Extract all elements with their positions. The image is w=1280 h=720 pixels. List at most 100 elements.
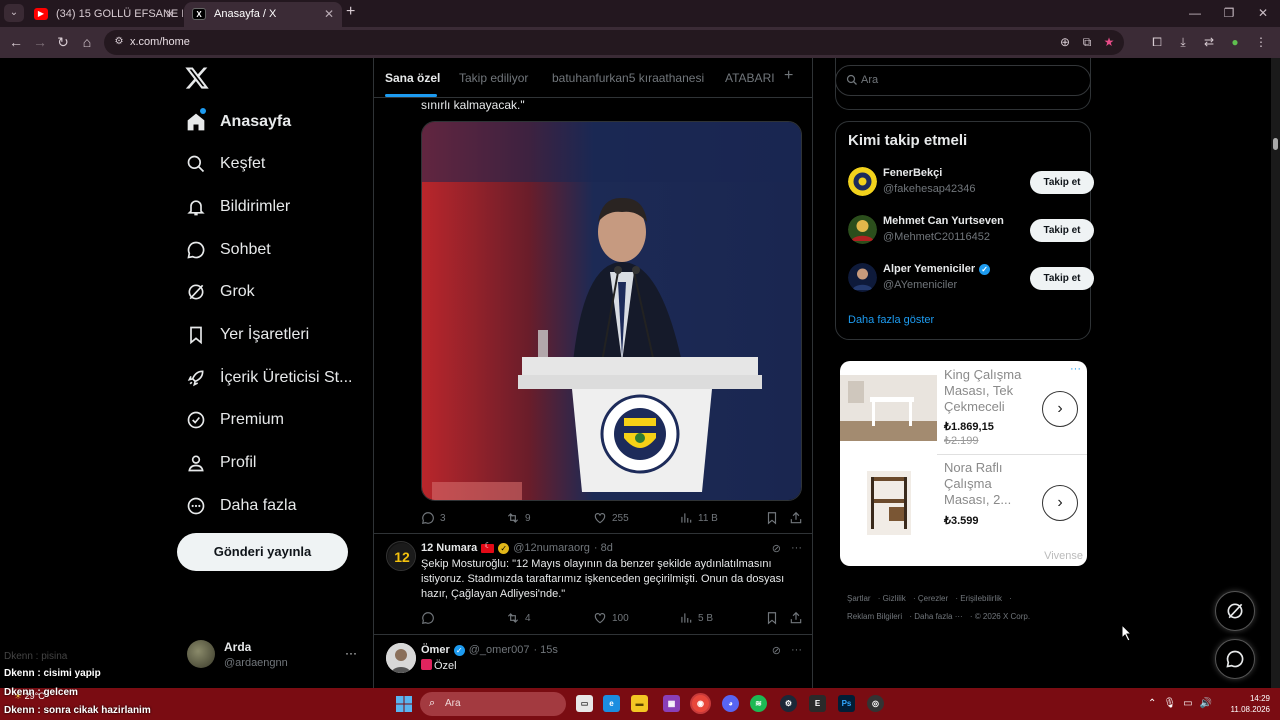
- share-button[interactable]: [789, 511, 803, 525]
- grok-icon[interactable]: ⊘: [772, 644, 781, 657]
- footer-link[interactable]: Gizlilik: [883, 594, 906, 603]
- cast-icon[interactable]: ⧉: [1076, 30, 1098, 55]
- footer-link[interactable]: Daha fazla ···: [914, 612, 962, 621]
- grok-fab[interactable]: [1215, 591, 1255, 631]
- taskbar-clock[interactable]: 14:29 11.08.2026: [1224, 693, 1270, 715]
- close-icon[interactable]: ✕: [1246, 0, 1280, 27]
- author-name[interactable]: 12 Numara: [421, 542, 477, 554]
- chevron-right-icon[interactable]: ›: [1042, 391, 1078, 427]
- nav-item-more[interactable]: Daha fazla: [184, 486, 374, 526]
- nav-item-grok[interactable]: Grok: [184, 272, 374, 312]
- ad-item[interactable]: King Çalışma Masası, Tek Çekmeceli ₺1.86…: [840, 361, 1087, 454]
- author-name[interactable]: Ömer: [421, 644, 450, 656]
- reply-button[interactable]: [421, 611, 440, 625]
- forward-icon[interactable]: →: [30, 32, 50, 52]
- like-button[interactable]: 100: [593, 611, 629, 625]
- follow-button[interactable]: Takip et: [1030, 219, 1094, 242]
- avatar[interactable]: [386, 643, 416, 673]
- tab-search-button[interactable]: ⌄: [4, 4, 24, 22]
- more-icon[interactable]: ···: [791, 644, 802, 657]
- chevron-up-icon[interactable]: ⌃: [1148, 698, 1156, 709]
- grok-icon[interactable]: ⊘: [772, 542, 781, 555]
- footer-link[interactable]: Çerezler: [918, 594, 948, 603]
- profile-icon[interactable]: ●: [1222, 32, 1248, 52]
- like-button[interactable]: 255: [593, 511, 629, 525]
- footer-link[interactable]: Erişilebilirlik: [960, 594, 1002, 603]
- chevron-right-icon[interactable]: ›: [1042, 485, 1078, 521]
- tweet-time[interactable]: · 8d: [594, 542, 613, 554]
- photoshop-icon[interactable]: Ps: [838, 695, 855, 712]
- follow-button[interactable]: Takip et: [1030, 171, 1094, 194]
- page-scrollbar[interactable]: [1271, 58, 1280, 688]
- edge-icon[interactable]: e: [603, 695, 620, 712]
- taskbar-search[interactable]: ⌕ Ara: [420, 692, 566, 716]
- author-handle[interactable]: @12numaraorg: [513, 542, 590, 554]
- repost-button[interactable]: 4: [506, 611, 531, 625]
- footer-link[interactable]: Şartlar: [847, 594, 871, 603]
- avatar[interactable]: 12: [386, 541, 416, 571]
- reply-button[interactable]: 3: [421, 511, 446, 525]
- author-handle[interactable]: @_omer007: [469, 644, 530, 656]
- tab-for-you[interactable]: Sana özel: [385, 71, 440, 85]
- tweet-time[interactable]: · 15s: [533, 644, 557, 656]
- download-icon[interactable]: ⤓: [1170, 32, 1196, 52]
- x-logo-icon[interactable]: [184, 64, 210, 92]
- translate-icon[interactable]: ⇄: [1196, 32, 1222, 52]
- footer-link[interactable]: Reklam Bilgileri: [847, 612, 902, 621]
- store-icon[interactable]: ▦: [663, 695, 680, 712]
- nav-item-notifications[interactable]: Bildirimler: [184, 187, 374, 227]
- close-tab-icon[interactable]: ✕: [324, 2, 334, 26]
- file-explorer-icon[interactable]: ▬: [631, 695, 648, 712]
- tweet-media-image[interactable]: [421, 121, 802, 501]
- scrollbar-thumb[interactable]: [1273, 138, 1278, 150]
- post-button[interactable]: Gönderi yayınla: [177, 533, 348, 571]
- bookmark-star-icon[interactable]: ★: [1098, 30, 1120, 55]
- account-switcher[interactable]: Arda @ardaengnn ···: [187, 640, 367, 674]
- suggestion-row[interactable]: FenerBekçi @fakehesap42346 Takip et: [848, 166, 1094, 198]
- search-input[interactable]: Ara: [835, 65, 1091, 96]
- spotify-icon[interactable]: ≋: [750, 695, 767, 712]
- display-icon[interactable]: ▭: [1183, 698, 1192, 709]
- new-tab-button[interactable]: +: [346, 3, 355, 21]
- extensions-icon[interactable]: ⧠: [1144, 32, 1170, 52]
- follow-button[interactable]: Takip et: [1030, 267, 1094, 290]
- nav-item-profile[interactable]: Profil: [184, 443, 374, 483]
- bookmark-button[interactable]: [765, 611, 779, 625]
- more-icon[interactable]: ···: [345, 646, 357, 660]
- show-more-link[interactable]: Daha fazla göster: [848, 314, 934, 326]
- reload-icon[interactable]: ↻: [53, 32, 73, 52]
- tab-list-atabari[interactable]: ATABARI: [725, 71, 775, 85]
- ad-item[interactable]: Nora Raflı Çalışma Masası, 2... ₺3.599 ›: [840, 455, 1087, 548]
- back-icon[interactable]: ←: [6, 32, 26, 52]
- site-info-icon[interactable]: ⚙: [112, 35, 126, 49]
- add-tab-icon[interactable]: +: [784, 67, 793, 85]
- steam-icon[interactable]: ⚙: [780, 695, 797, 712]
- views-button[interactable]: 5 B: [679, 611, 713, 625]
- zoom-icon[interactable]: ⊕: [1054, 30, 1076, 55]
- tab-following[interactable]: Takip ediliyor: [459, 71, 528, 85]
- browser-tab-youtube[interactable]: ▶ (34) 15 GOLLÜ EFSANE MAÇ! K ✕: [26, 2, 183, 27]
- minimize-icon[interactable]: —: [1178, 0, 1212, 27]
- suggestion-row[interactable]: Mehmet Can Yurtseven @MehmetC20116452 Ta…: [848, 214, 1094, 246]
- views-button[interactable]: 11 B: [679, 511, 718, 525]
- nav-item-premium[interactable]: Premium: [184, 400, 374, 440]
- tab-list-kiraathanesi[interactable]: batuhanfurkan5 kıraathanesi: [552, 71, 704, 85]
- task-view-icon[interactable]: ▭: [576, 695, 593, 712]
- bookmark-button[interactable]: [765, 511, 779, 525]
- obs-icon[interactable]: ◎: [867, 695, 884, 712]
- address-bar[interactable]: ⚙ x.com/home ⊕ ⧉ ★: [104, 30, 1124, 55]
- nav-item-creator-studio[interactable]: İçerik Üreticisi St...: [184, 358, 374, 398]
- nav-item-home[interactable]: Anasayfa: [184, 102, 374, 142]
- chrome-icon[interactable]: ◉: [692, 695, 709, 712]
- ad-card[interactable]: ··· King Çalışma Masası, Tek Çekmeceli ₺…: [840, 361, 1087, 566]
- suggestion-row[interactable]: Alper Yemeniciler ✓ @AYemeniciler Takip …: [848, 262, 1094, 294]
- close-tab-icon[interactable]: ✕: [165, 2, 175, 26]
- repost-button[interactable]: 9: [506, 511, 531, 525]
- microphone-icon[interactable]: 🎙: [1163, 698, 1176, 709]
- share-button[interactable]: [789, 611, 803, 625]
- home-icon[interactable]: ⌂: [77, 32, 97, 52]
- browser-tab-x[interactable]: X Anasayfa / X ✕: [184, 2, 342, 27]
- nav-item-chat[interactable]: Sohbet: [184, 230, 374, 270]
- volume-icon[interactable]: 🔊: [1200, 698, 1212, 709]
- nav-item-bookmarks[interactable]: Yer İşaretleri: [184, 315, 374, 355]
